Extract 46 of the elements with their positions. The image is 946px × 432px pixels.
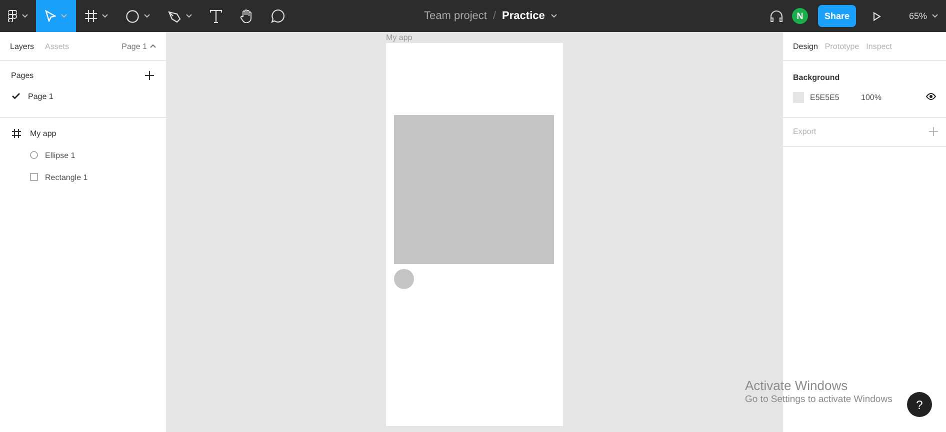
activation-message: Go to Settings to activate Windows (745, 394, 892, 405)
pen-icon (168, 10, 181, 22)
comment-icon (271, 9, 285, 23)
check-icon (12, 93, 20, 99)
rectangle-icon (30, 173, 38, 181)
caret-icon (932, 14, 938, 18)
panel-tab[interactable]: Layers (10, 42, 46, 50)
logo-icon (8, 10, 17, 22)
help-button[interactable]: ? (907, 392, 932, 417)
caret-icon (186, 14, 192, 18)
layer-item[interactable]: My app (0, 122, 166, 144)
hand-icon (240, 9, 253, 23)
panel-tab[interactable]: Design (793, 42, 818, 50)
eye-icon[interactable] (926, 92, 936, 100)
caret-icon (550, 14, 557, 18)
zoom-menu[interactable]: 65% (908, 11, 938, 21)
caret-icon (22, 14, 28, 18)
ellipse-icon (126, 10, 139, 22)
section-heading: Background (793, 72, 841, 84)
cursor-icon (45, 10, 56, 22)
file-name[interactable]: Practice (502, 10, 545, 22)
frame-label: My app (386, 33, 412, 42)
section-heading: Export (793, 126, 816, 136)
section-heading: Pages (11, 70, 34, 80)
play-icon[interactable] (872, 12, 881, 20)
page-item[interactable]: Page 1 (0, 85, 166, 107)
caret-icon (150, 44, 156, 48)
layer-item[interactable]: Ellipse 1 (0, 144, 166, 166)
ellipse-shape (394, 269, 414, 289)
project-name[interactable]: Team project (424, 10, 487, 22)
headphones-icon[interactable] (770, 10, 783, 22)
layer-item[interactable]: Rectangle 1 (0, 166, 166, 188)
text-icon (210, 10, 222, 22)
activation-title: Activate Windows (745, 378, 849, 393)
frame-icon (85, 10, 97, 22)
breadcrumb-separator: / (492, 10, 496, 22)
add-icon[interactable] (145, 70, 154, 80)
page-menu[interactable]: Page 1 (122, 42, 156, 50)
opacity-value[interactable]: 100% (861, 92, 882, 102)
frame-icon (12, 128, 21, 138)
ellipse-icon (30, 151, 38, 159)
caret-icon (61, 14, 67, 18)
hex-value[interactable]: E5E5E5 (810, 92, 861, 102)
color-swatch[interactable] (793, 92, 804, 102)
caret-icon (102, 14, 108, 18)
caret-icon (144, 14, 150, 18)
